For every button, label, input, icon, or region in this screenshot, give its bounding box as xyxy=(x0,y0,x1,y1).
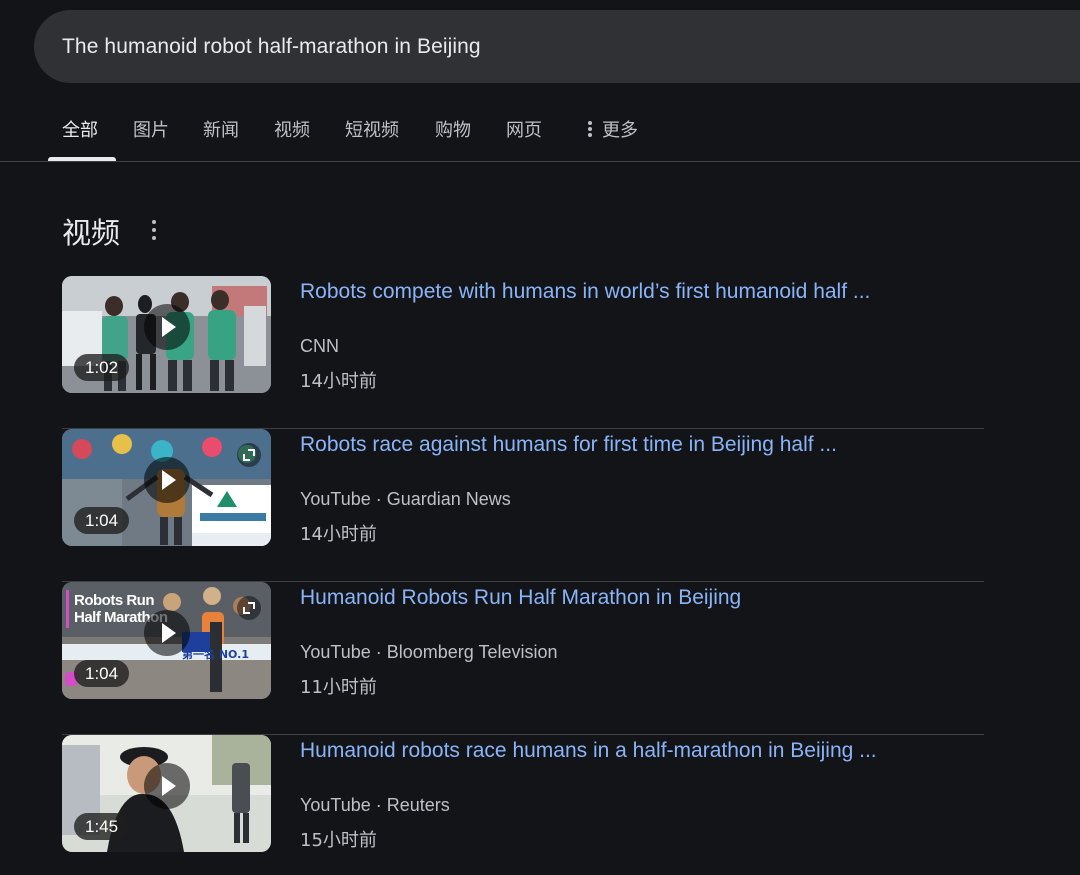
search-input[interactable]: The humanoid robot half-marathon in Beij… xyxy=(62,35,481,59)
tab-more-label: 更多 xyxy=(602,120,638,141)
thumbnail-banner-text: 第一名 NO.1 xyxy=(182,648,249,661)
video-result: Robots Run Half Marathon 第一名 NO.1 1:04 H… xyxy=(62,582,984,735)
video-thumbnail[interactable]: 1:04 xyxy=(62,429,271,546)
video-result: 1:02 Robots compete with humans in world… xyxy=(62,276,984,429)
video-result: 1:04 Robots race against humans for firs… xyxy=(62,429,984,582)
video-thumbnail[interactable]: 1:02 xyxy=(62,276,271,393)
video-timestamp: 15小时前 xyxy=(300,830,377,851)
video-source: YouTube · Reuters xyxy=(300,795,450,815)
tab-images[interactable]: 图片 xyxy=(133,100,169,162)
video-title-link[interactable]: Humanoid robots race humans in a half-ma… xyxy=(300,739,877,763)
video-result: 1:45 Humanoid robots race humans in a ha… xyxy=(62,735,984,875)
video-source: YouTube · Guardian News xyxy=(300,489,511,509)
play-icon xyxy=(144,610,190,656)
tab-videos[interactable]: 视频 xyxy=(274,100,310,162)
tab-all[interactable]: 全部 xyxy=(62,100,98,162)
video-timestamp: 14小时前 xyxy=(300,524,377,545)
video-thumbnail[interactable]: Robots Run Half Marathon 第一名 NO.1 1:04 xyxy=(62,582,271,699)
search-tabs: 全部 图片 新闻 视频 短视频 购物 网页 更多 xyxy=(0,100,1080,162)
video-duration: 1:04 xyxy=(74,507,130,534)
tab-web[interactable]: 网页 xyxy=(506,100,542,162)
video-thumbnail[interactable]: 1:45 xyxy=(62,735,271,852)
play-icon xyxy=(144,304,190,350)
video-duration: 1:02 xyxy=(74,354,130,381)
more-vert-icon[interactable] xyxy=(150,220,158,240)
tab-short-videos[interactable]: 短视频 xyxy=(345,100,399,162)
video-title-link[interactable]: Humanoid Robots Run Half Marathon in Bei… xyxy=(300,586,741,610)
video-title-link[interactable]: Robots compete with humans in world’s fi… xyxy=(300,280,870,304)
video-source: YouTube · Bloomberg Television xyxy=(300,642,558,662)
tab-news[interactable]: 新闻 xyxy=(203,100,239,162)
play-icon xyxy=(144,457,190,503)
overlay-line-1: Robots Run xyxy=(74,592,154,609)
tab-more[interactable]: 更多 xyxy=(588,100,638,162)
tab-shopping[interactable]: 购物 xyxy=(435,100,471,162)
expand-icon[interactable] xyxy=(237,596,261,620)
active-tab-indicator xyxy=(48,157,116,161)
more-vert-icon xyxy=(588,119,592,139)
video-timestamp: 14小时前 xyxy=(300,371,377,392)
video-timestamp: 11小时前 xyxy=(300,677,377,698)
video-duration: 1:04 xyxy=(74,660,130,687)
video-duration: 1:45 xyxy=(74,813,130,840)
play-icon xyxy=(144,763,190,809)
section-title: 视频 xyxy=(62,216,121,250)
search-bar[interactable]: The humanoid robot half-marathon in Beij… xyxy=(34,10,1080,83)
video-title-link[interactable]: Robots race against humans for first tim… xyxy=(300,433,837,457)
video-source: CNN xyxy=(300,336,339,356)
expand-icon[interactable] xyxy=(237,443,261,467)
